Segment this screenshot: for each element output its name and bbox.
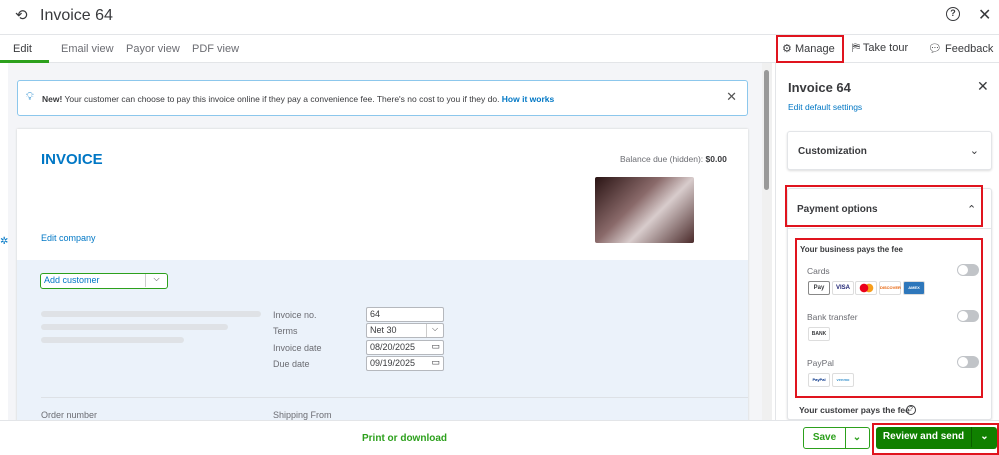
due-date-input[interactable]: 09/19/2025 ▭ — [366, 356, 444, 371]
history-icon[interactable]: ⟲ — [15, 6, 28, 24]
notice-text: Your customer can choose to pay this inv… — [62, 94, 502, 104]
placeholder-line — [41, 337, 184, 343]
tab-payor-view[interactable]: Payor view — [126, 43, 180, 55]
shipping-from-label: Shipping From — [273, 410, 332, 420]
take-tour-label: Take tour — [862, 42, 909, 54]
save-button-group: Save ⌄ — [803, 427, 870, 449]
panel-title: Invoice 64 — [788, 80, 851, 95]
tab-pdf-view[interactable]: PDF view — [192, 43, 239, 55]
settings-icon[interactable]: ✲ — [0, 236, 8, 247]
edit-default-settings-link[interactable]: Edit default settings — [788, 102, 862, 112]
terms-select[interactable]: Net 30 ⌵ — [366, 323, 444, 338]
close-icon[interactable]: ✕ — [978, 5, 991, 25]
invoice-date-label: Invoice date — [273, 343, 322, 353]
calendar-icon[interactable]: ▭ — [431, 341, 440, 352]
placeholder-line — [41, 324, 228, 330]
how-it-works-link[interactable]: How it works — [502, 94, 554, 104]
customer-select[interactable]: Add customer ⌵ — [40, 273, 168, 289]
feedback-label: Feedback — [945, 43, 994, 55]
notice-new: New! — [42, 94, 63, 104]
tab-bar: Edit Email view Payor view PDF view ⚙ Ma… — [0, 35, 999, 63]
save-button[interactable]: Save — [804, 428, 845, 448]
scrollbar-thumb[interactable] — [764, 70, 769, 190]
signpost-icon: ⛿ — [852, 42, 860, 54]
order-number-label: Order number — [41, 410, 98, 420]
balance-value: $0.00 — [705, 154, 727, 164]
customer-placeholder: Add customer — [44, 275, 100, 285]
placeholder-line — [41, 311, 261, 317]
company-logo-image[interactable] — [595, 177, 694, 243]
notice-banner: 💡︎ New! Your customer can choose to pay … — [17, 80, 748, 116]
take-tour-button[interactable]: ⛿ Take tour — [852, 42, 908, 55]
calendar-icon[interactable]: ▭ — [431, 357, 440, 368]
help-icon[interactable]: ? — [946, 7, 960, 21]
lightbulb-icon: 💡︎ — [26, 91, 34, 103]
customization-label: Customization — [798, 146, 867, 157]
divider — [41, 397, 748, 398]
highlight-manage — [776, 35, 844, 63]
print-or-download-link[interactable]: Print or download — [362, 433, 447, 444]
invoice-date-input[interactable]: 08/20/2025 ▭ — [366, 340, 444, 355]
invoice-no-input[interactable]: 64 — [366, 307, 444, 322]
invoice-date-value: 08/20/2025 — [370, 342, 416, 352]
chat-icon: 💬︎ — [928, 43, 942, 55]
invoice-heading: INVOICE — [41, 151, 103, 168]
invoice-no-label: Invoice no. — [273, 310, 317, 320]
divider — [787, 228, 992, 229]
save-options-chevron-icon[interactable]: ⌄ — [845, 428, 868, 448]
highlight-review-send — [872, 423, 999, 455]
highlight-business-pays — [795, 238, 983, 398]
due-date-value: 09/19/2025 — [370, 358, 416, 368]
balance-due: Balance due (hidden): $0.00 — [620, 154, 727, 164]
page-title: Invoice 64 — [40, 7, 113, 24]
tab-edit[interactable]: Edit — [13, 43, 32, 55]
edit-company-link[interactable]: Edit company — [41, 233, 96, 243]
info-icon[interactable]: ? — [906, 405, 916, 415]
due-date-label: Due date — [273, 359, 310, 369]
top-bar — [0, 0, 999, 35]
close-icon[interactable]: ✕ — [726, 89, 737, 105]
chevron-down-icon[interactable]: ⌵ — [426, 324, 443, 337]
chevron-down-icon: ⌄ — [969, 145, 979, 157]
highlight-payment-options — [785, 185, 983, 227]
customization-section[interactable]: Customization ⌄ — [787, 131, 992, 170]
tab-email-view[interactable]: Email view — [61, 43, 114, 55]
close-panel-icon[interactable]: ✕ — [977, 78, 989, 95]
balance-label: Balance due (hidden): — [620, 154, 706, 164]
chevron-down-icon[interactable]: ⌵ — [145, 274, 167, 287]
terms-label: Terms — [273, 326, 298, 336]
feedback-button[interactable]: 💬︎ Feedback — [928, 42, 993, 55]
terms-value: Net 30 — [370, 325, 397, 335]
customer-pays-heading: Your customer pays the fee — [799, 405, 910, 415]
